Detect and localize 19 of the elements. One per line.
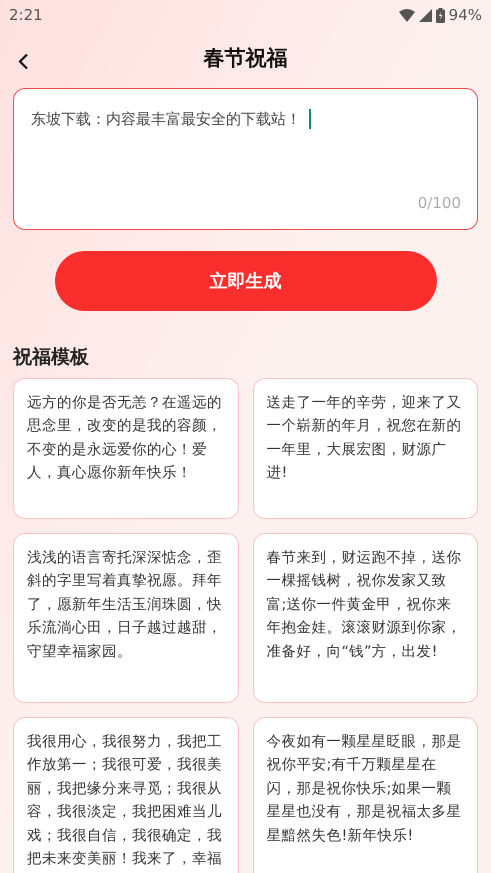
template-card[interactable]: 送走了一年的辛劳，迎来了又一个崭新的年月，祝您在新的一年里，大展宏图，财源广进! (252, 378, 478, 518)
character-counter: 0/100 (418, 192, 461, 214)
input-text: 东坡下载：内容最丰富最安全的下载站！ (31, 109, 301, 130)
template-card[interactable]: 浅浅的语言寄托深深惦念，歪斜的字里写着真挚祝愿。拜年了，愿新年生活玉润珠圆，快乐流淌心田，日子越过越甜，守望幸福家园。 (13, 532, 238, 702)
signal-icon (418, 8, 432, 22)
text-cursor (309, 109, 311, 130)
text-input-field[interactable]: 东坡下载：内容最丰富最安全的下载站！ 0/100 (13, 88, 478, 230)
template-card[interactable]: 春节来到，财运跑不掉，送你一棵摇钱树，祝你发家又致富;送你一件黄金甲，祝你来年抱金娃。滚滚财源到你家，准备好，向“钱”方，出发! (252, 532, 478, 702)
template-card[interactable]: 今夜如有一颗星星眨眼，那是祝你平安;有千万颗星星在闪，那是祝你快乐;如果一颗星星也没有，那是祝福太多星星黯然失色!新年快乐! (252, 716, 478, 873)
status-time: 2:21 (9, 4, 43, 26)
wifi-icon (398, 8, 415, 22)
template-card[interactable]: 我很用心，我很努力，我把工作放第一；我很可爱，我很美丽，我把缘分来寻觅；我很从容，我很淡定，我把困难当儿戏；我很自信，我很确定，我把未来变美丽！我来了，幸福 (13, 716, 238, 873)
battery-percentage: 94% (448, 4, 482, 26)
page-title: 春节祝福 (204, 45, 288, 72)
template-card[interactable]: 远方的你是否无恙？在遥远的思念里，改变的是我的容颜，不变的是永远爱你的心！爱人，真心愿你新年快乐！ (13, 378, 238, 518)
battery-icon (436, 8, 445, 22)
generate-button[interactable]: 立即生成 (54, 251, 436, 311)
back-icon (18, 52, 28, 70)
section-title: 祝福模板 (13, 345, 90, 370)
